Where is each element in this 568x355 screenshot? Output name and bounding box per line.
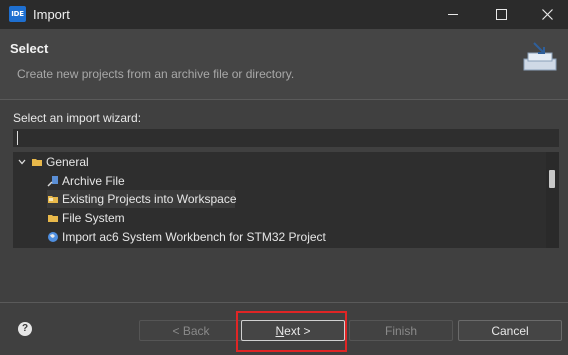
wizard-filter-input[interactable] <box>13 129 559 147</box>
tree-item-file-system[interactable]: File System <box>47 209 125 227</box>
app-icon: IDE <box>9 6 26 22</box>
help-icon[interactable]: ? <box>18 322 32 336</box>
folder-icon <box>48 215 58 222</box>
header-divider <box>0 99 568 100</box>
minimize-button[interactable] <box>430 0 476 29</box>
tree-item-label: File System <box>62 211 125 225</box>
globe-icon <box>48 232 58 242</box>
close-icon <box>541 9 553 20</box>
project-folder-icon <box>48 196 58 203</box>
finish-button[interactable]: Finish <box>349 320 453 341</box>
tree-item-existing-projects[interactable]: Existing Projects into Workspace <box>47 190 237 208</box>
text-caret <box>17 131 18 145</box>
page-title: Select <box>10 41 49 56</box>
tree-item-import-ac6[interactable]: Import ac6 System Workbench for STM32 Pr… <box>47 228 326 246</box>
footer-divider <box>0 302 568 303</box>
tree-item-archive-file[interactable]: Archive File <box>47 172 125 190</box>
tree-item-label: Archive File <box>62 174 125 188</box>
tree-item-label: Existing Projects into Workspace <box>62 192 237 206</box>
folder-icon <box>32 159 42 166</box>
maximize-button[interactable] <box>478 0 524 29</box>
import-banner-icon <box>523 42 557 71</box>
scrollbar-thumb[interactable] <box>549 170 555 188</box>
tree-item-label: General <box>46 155 89 169</box>
minimize-icon <box>448 14 458 15</box>
title-bar: IDE Import <box>0 0 568 29</box>
window-title: Import <box>33 7 70 22</box>
chevron-down-icon[interactable] <box>17 157 27 167</box>
maximize-icon <box>495 9 507 20</box>
next-button-highlight <box>236 311 347 352</box>
tree-item-label: Import ac6 System Workbench for STM32 Pr… <box>62 230 326 244</box>
tree-item-general[interactable]: General <box>17 153 89 171</box>
back-button[interactable]: < Back <box>139 320 243 341</box>
page-description: Create new projects from an archive file… <box>17 67 295 81</box>
close-button[interactable] <box>524 0 568 29</box>
wizard-header: Select Create new projects from an archi… <box>0 29 568 99</box>
import-dialog: IDE Import Select Create new projects fr… <box>0 0 568 355</box>
tree-scrollbar[interactable] <box>546 152 559 248</box>
wizard-tree[interactable]: General Archive File Existing Projects i… <box>13 152 559 248</box>
cancel-button[interactable]: Cancel <box>458 320 562 341</box>
import-wizard-label: Select an import wizard: <box>13 111 142 125</box>
archive-icon <box>47 176 58 187</box>
